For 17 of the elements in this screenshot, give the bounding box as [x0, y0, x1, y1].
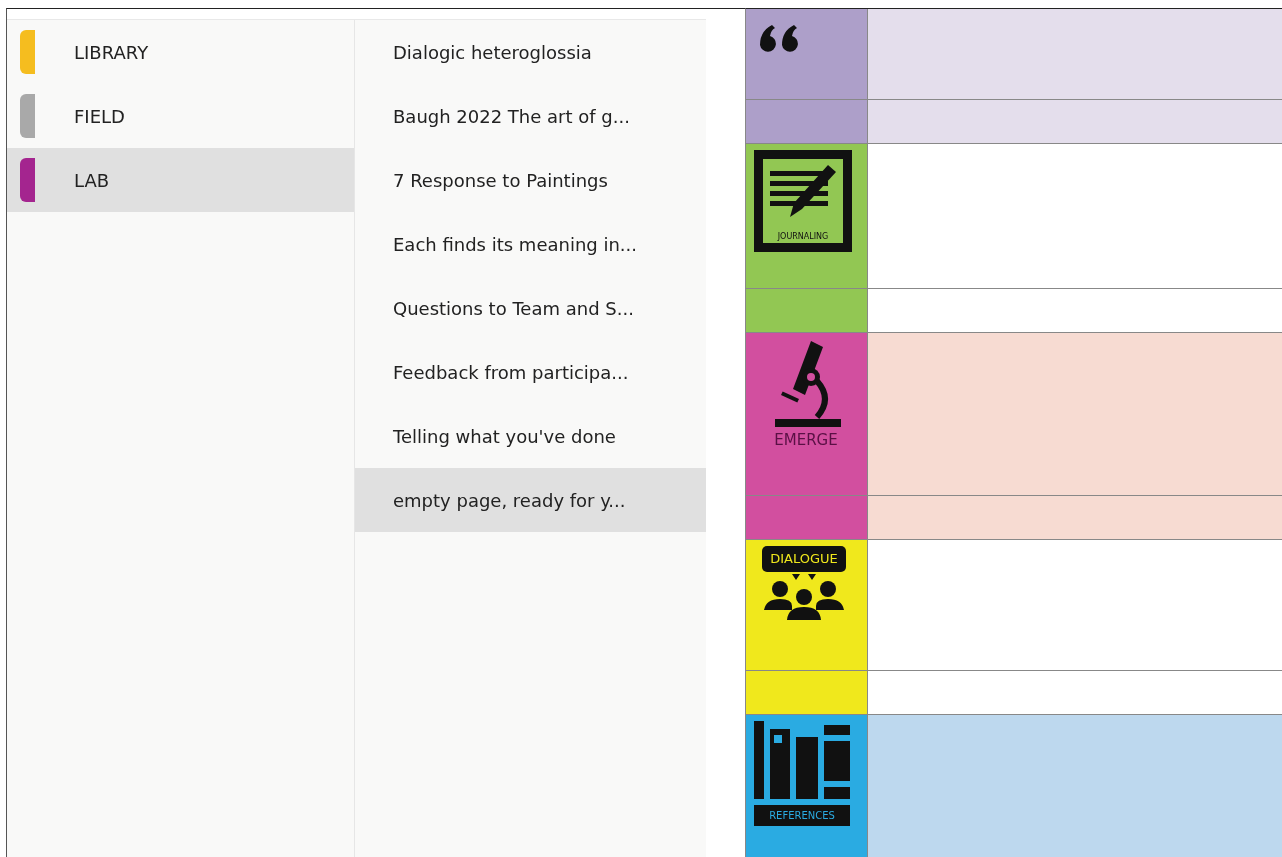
page-item[interactable]: Baugh 2022 The art of g... — [355, 84, 706, 148]
section-tab[interactable]: LAB — [7, 148, 354, 212]
books-icon — [754, 721, 850, 801]
people-icon — [762, 571, 846, 620]
section-tab[interactable]: FIELD — [7, 84, 354, 148]
page-item[interactable]: Questions to Team and S... — [355, 276, 706, 340]
page-item[interactable]: 7 Response to Paintings — [355, 148, 706, 212]
page-item[interactable]: Telling what you've done — [355, 404, 706, 468]
page-item[interactable]: Dialogic heteroglossia — [355, 20, 706, 84]
page-item[interactable]: Feedback from participa... — [355, 340, 706, 404]
page-item[interactable]: empty page, ready for y... — [355, 468, 706, 532]
section-tab[interactable]: LIBRARY — [7, 20, 354, 84]
pen-writing-icon — [768, 163, 838, 219]
icon-label: REFERENCES — [754, 805, 850, 826]
icon-label: JOURNALING — [777, 233, 829, 241]
icon-label: EMERGE — [774, 433, 838, 448]
page-item[interactable]: Each finds its meaning in... — [355, 212, 706, 276]
